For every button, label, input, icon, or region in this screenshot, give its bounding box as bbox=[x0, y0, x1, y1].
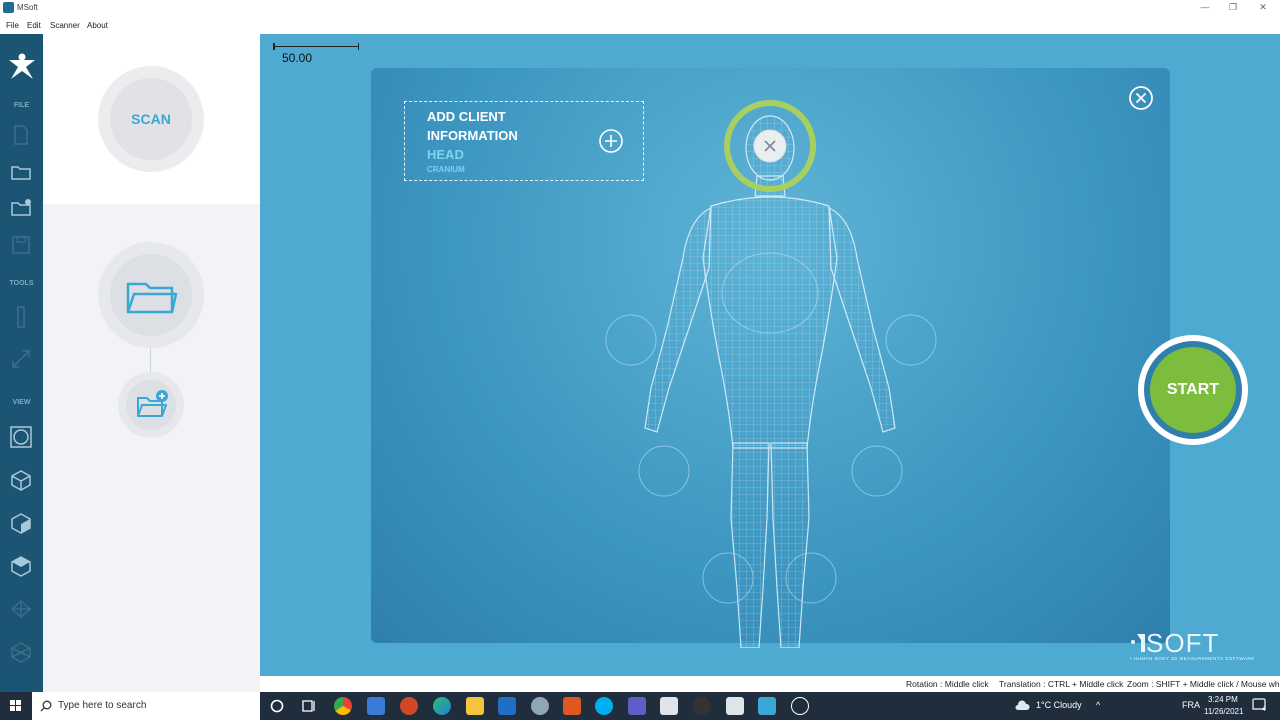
tool-sidebar: FILE TOOLS VIEW bbox=[0, 34, 43, 692]
menu-file[interactable]: File bbox=[6, 21, 19, 30]
msoft-logo-icon bbox=[1131, 634, 1145, 652]
scan-button[interactable]: SCAN bbox=[110, 78, 192, 160]
section-view-label: VIEW bbox=[12, 399, 31, 406]
section-tools-label: TOOLS bbox=[9, 280, 34, 287]
maximize-button[interactable]: ❐ bbox=[1218, 2, 1248, 14]
language-indicator[interactable]: FRA bbox=[1182, 700, 1200, 710]
brand-logo-icon bbox=[9, 53, 35, 79]
menu-about[interactable]: About bbox=[87, 21, 108, 30]
notification-count: 4 bbox=[1262, 706, 1266, 713]
cube-view-side-icon[interactable] bbox=[10, 512, 32, 534]
cortana-icon[interactable] bbox=[268, 697, 286, 715]
app-icon-2[interactable] bbox=[563, 697, 581, 715]
cube-view-front-icon[interactable] bbox=[10, 469, 32, 491]
menu-edit[interactable]: Edit bbox=[27, 21, 41, 30]
zoom-hint: Zoom : SHIFT + Middle click / Mouse whee… bbox=[1127, 679, 1280, 689]
window-title: MSoft bbox=[17, 3, 38, 12]
selected-zone-label: HEAD bbox=[427, 147, 464, 162]
app-icon-4[interactable] bbox=[693, 697, 711, 715]
rotation-hint: Rotation : Middle click bbox=[906, 679, 989, 689]
open-project-button[interactable] bbox=[110, 254, 192, 336]
status-bar: Rotation : Middle click Translation : CT… bbox=[260, 676, 1280, 692]
clock-date[interactable]: 11/26/2021 bbox=[1204, 707, 1243, 716]
skype-icon[interactable] bbox=[595, 697, 613, 715]
close-window-button[interactable]: ✕ bbox=[1248, 2, 1278, 14]
clock-time[interactable]: 3:24 PM bbox=[1208, 695, 1238, 704]
app-icon-1[interactable] bbox=[531, 697, 549, 715]
mesh-view-icon[interactable] bbox=[10, 641, 32, 663]
edge-icon[interactable] bbox=[433, 697, 451, 715]
minimize-button[interactable]: — bbox=[1190, 2, 1220, 14]
view-frame-icon[interactable] bbox=[10, 426, 32, 448]
taskbar: Type here to search 1°C Cloudy ^ FRA 3:2… bbox=[0, 692, 1280, 720]
search-icon bbox=[40, 700, 52, 712]
msoft-brand: SOFT • HUMAN BODY 3D MEASUREMENTS SOFTWA… bbox=[1130, 628, 1270, 664]
chrome-icon[interactable] bbox=[334, 697, 352, 715]
windows-start-icon[interactable] bbox=[0, 692, 32, 720]
translation-hint: Translation : CTRL + Middle click bbox=[999, 679, 1124, 689]
new-project-button[interactable] bbox=[126, 380, 176, 430]
msoft-tagline: • HUMAN BODY 3D MEASUREMENTS SOFTWARE bbox=[1130, 656, 1255, 661]
powerpoint-icon[interactable] bbox=[400, 697, 418, 715]
add-client-line2: INFORMATION bbox=[427, 128, 518, 143]
tray-expand-icon[interactable]: ^ bbox=[1096, 700, 1100, 710]
weather-text[interactable]: 1°C Cloudy bbox=[1036, 700, 1082, 710]
section-file-label: FILE bbox=[13, 102, 30, 109]
app-icon-3[interactable] bbox=[660, 697, 678, 715]
body-mesh-model[interactable] bbox=[571, 88, 971, 648]
task-view-icon[interactable] bbox=[300, 697, 318, 715]
scale-value: 50.00 bbox=[282, 51, 313, 65]
file-explorer-icon[interactable] bbox=[466, 697, 484, 715]
taskbar-search[interactable]: Type here to search bbox=[32, 692, 260, 720]
panel-connector bbox=[150, 348, 151, 372]
msoft-wordmark: SOFT bbox=[1146, 628, 1220, 658]
cloud-icon bbox=[1015, 700, 1030, 710]
app-icon-5[interactable] bbox=[726, 697, 744, 715]
menu-bar: File Edit Scanner About bbox=[0, 16, 1280, 34]
store-icon[interactable] bbox=[367, 697, 385, 715]
new-folder-icon[interactable] bbox=[10, 197, 32, 219]
cube-view-top-icon[interactable] bbox=[10, 555, 32, 577]
folder-plus-icon bbox=[137, 390, 168, 417]
open-folder-icon[interactable] bbox=[10, 161, 32, 183]
search-placeholder: Type here to search bbox=[58, 700, 147, 711]
selected-zone-sublabel: CRANIUM bbox=[427, 165, 465, 174]
close-card-icon[interactable] bbox=[1128, 85, 1154, 111]
start-button[interactable]: START bbox=[1150, 347, 1236, 433]
client-card: ADD CLIENT INFORMATION HEAD CRANIUM STAR… bbox=[371, 68, 1248, 648]
title-bar: MSoft — ❐ ✕ bbox=[0, 0, 1280, 16]
folder-icon bbox=[126, 282, 178, 314]
new-file-icon[interactable] bbox=[10, 124, 32, 146]
measure-tool-icon[interactable] bbox=[10, 348, 32, 370]
outlook-icon[interactable] bbox=[498, 697, 516, 715]
app-icon-6[interactable] bbox=[791, 697, 809, 715]
menu-scanner[interactable]: Scanner bbox=[50, 21, 80, 30]
msoft-taskbar-icon[interactable] bbox=[758, 697, 776, 715]
teams-icon[interactable] bbox=[628, 697, 646, 715]
app-logo-icon bbox=[3, 2, 14, 13]
wireframe-view-icon[interactable] bbox=[10, 598, 32, 620]
save-icon[interactable] bbox=[10, 234, 32, 256]
add-client-line1: ADD CLIENT bbox=[427, 109, 506, 124]
ruler-tool-icon[interactable] bbox=[10, 306, 32, 328]
viewport-3d[interactable]: 50.00 ADD CLIENT INFORMATION HEAD CRANIU… bbox=[260, 34, 1280, 676]
